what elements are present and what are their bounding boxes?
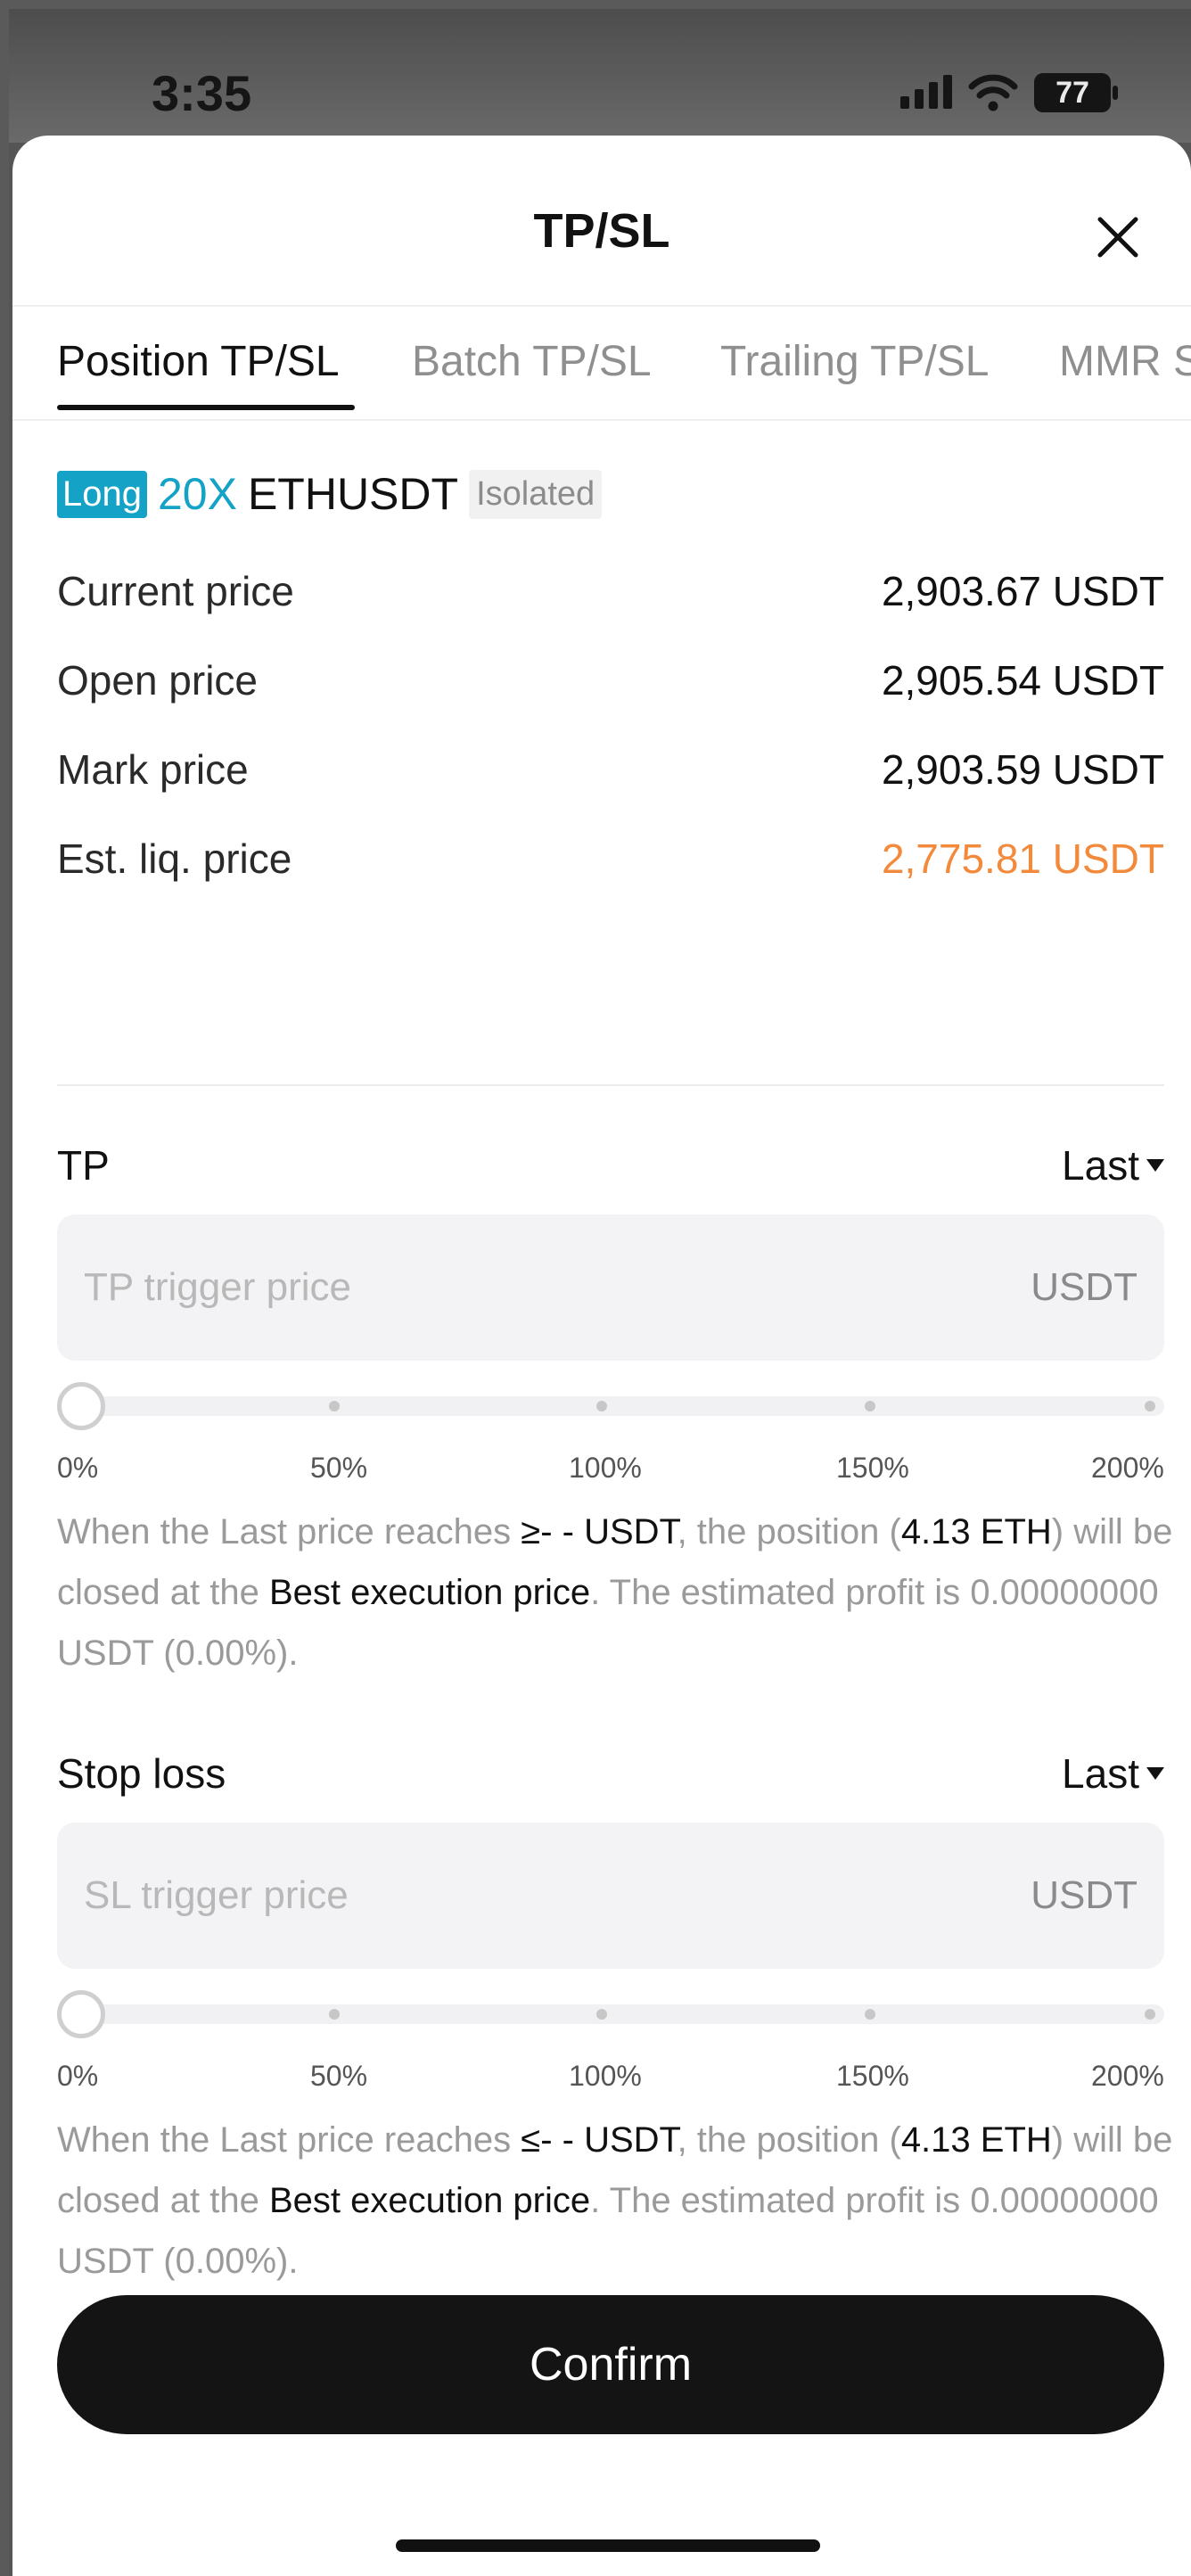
desc-trigger: ≥- - USDT — [521, 1512, 678, 1551]
divider — [57, 1084, 1164, 1086]
price-value: 2,903.67 USDT — [881, 568, 1164, 614]
desc-size: 4.13 ETH — [900, 2120, 1052, 2160]
slider-tick-label: 150% — [836, 2060, 909, 2092]
price-row-open: Open price 2,905.54 USDT — [57, 656, 1164, 704]
price-row-liq: Est. liq. price 2,775.81 USDT — [57, 835, 1164, 883]
slider-tick-label: 150% — [836, 1452, 909, 1484]
sl-unit: USDT — [1031, 1873, 1138, 1917]
side-badge: Long — [57, 470, 147, 518]
slider-tick-dot — [329, 1401, 340, 1411]
slider-tick-dot — [865, 1401, 875, 1411]
tp-label: TP — [57, 1142, 110, 1189]
sl-description: When the Last price reaches ≤- - USDT, t… — [57, 2110, 1180, 2292]
desc-text: When the Last price reaches — [57, 2120, 522, 2160]
close-icon — [1097, 217, 1138, 258]
slider-tick-dot — [329, 2009, 340, 2020]
price-label: Current price — [57, 568, 294, 614]
margin-mode-badge: Isolated — [469, 469, 603, 519]
slider-tick-label: 0% — [57, 1452, 99, 1484]
slider-tick-dot — [1145, 2009, 1155, 2020]
tp-slider-knob[interactable] — [57, 1382, 105, 1430]
tp-trigger-price-field[interactable]: USDT — [57, 1214, 1164, 1361]
status-time: 3:35 — [152, 65, 252, 121]
confirm-button[interactable]: Confirm — [57, 2295, 1164, 2434]
desc-exec-price: Best execution price — [268, 1573, 591, 1612]
wifi-icon — [968, 74, 1018, 111]
tp-trigger-price-input[interactable] — [84, 1265, 886, 1310]
tp-unit: USDT — [1031, 1265, 1138, 1309]
sheet-title: TP/SL — [533, 204, 670, 258]
slider-tick-dot — [596, 1401, 607, 1411]
tab-position-tpsl[interactable]: Position TP/SL — [57, 337, 340, 386]
slider-tick-label: 100% — [569, 2060, 642, 2092]
tp-price-type-label: Last — [1062, 1142, 1139, 1189]
desc-text: When the Last price reaches — [57, 1512, 522, 1551]
symbol: ETHUSDT — [247, 469, 459, 519]
slider-tick-dot — [596, 2009, 607, 2020]
battery-icon: 77 — [1034, 73, 1120, 112]
slider-tick-label: 100% — [569, 1452, 642, 1484]
signal-icon — [900, 75, 952, 109]
desc-exec-price: Best execution price — [268, 2181, 591, 2220]
desc-text: , the position ( — [677, 1512, 901, 1551]
slider-tick-label: 200% — [1091, 1452, 1164, 1484]
desc-trigger: ≤- - USDT — [521, 2120, 678, 2160]
sl-label: Stop loss — [57, 1750, 226, 1797]
slider-tick-label: 50% — [310, 1452, 368, 1484]
tp-description: When the Last price reaches ≥- - USDT, t… — [57, 1502, 1180, 1683]
tab-batch-tpsl[interactable]: Batch TP/SL — [412, 337, 652, 386]
position-summary: Long 20X ETHUSDT Isolated — [57, 465, 603, 523]
sl-price-type-dropdown[interactable]: Last — [1062, 1749, 1164, 1798]
caret-down-icon — [1146, 1767, 1164, 1780]
active-tab-indicator — [57, 405, 355, 410]
leverage: 20X — [157, 469, 237, 519]
tp-price-type-dropdown[interactable]: Last — [1062, 1141, 1164, 1189]
tab-bar: Position TP/SL Batch TP/SL Trailing TP/S… — [12, 309, 1191, 421]
tp-slider-track[interactable] — [57, 1396, 1164, 1416]
sl-price-type-label: Last — [1062, 1750, 1139, 1797]
price-row-mark: Mark price 2,903.59 USDT — [57, 745, 1164, 794]
home-indicator — [396, 2539, 820, 2552]
slider-tick-dot — [1145, 1401, 1155, 1411]
sl-trigger-price-input[interactable] — [84, 1873, 886, 1918]
slider-tick-dot — [865, 2009, 875, 2020]
price-value: 2,905.54 USDT — [881, 657, 1164, 704]
battery-level: 77 — [1055, 76, 1089, 110]
sl-slider-knob[interactable] — [57, 1990, 105, 2038]
slider-tick-label: 50% — [310, 2060, 368, 2092]
tpsl-sheet: TP/SL Position TP/SL Batch TP/SL Trailin… — [12, 136, 1191, 2576]
tab-mmr[interactable]: MMR S — [1059, 337, 1191, 386]
slider-tick-label: 200% — [1091, 2060, 1164, 2092]
price-value: 2,903.59 USDT — [881, 746, 1164, 793]
price-value: 2,775.81 USDT — [881, 835, 1164, 882]
price-row-current: Current price 2,903.67 USDT — [57, 567, 1164, 615]
price-label: Open price — [57, 657, 259, 704]
price-label: Mark price — [57, 746, 249, 793]
desc-size: 4.13 ETH — [900, 1512, 1052, 1551]
sl-slider-track[interactable] — [57, 2004, 1164, 2024]
desc-text: , the position ( — [677, 2120, 901, 2160]
close-button[interactable] — [1091, 210, 1145, 264]
caret-down-icon — [1146, 1159, 1164, 1172]
sl-trigger-price-field[interactable]: USDT — [57, 1823, 1164, 1969]
tab-trailing-tpsl[interactable]: Trailing TP/SL — [720, 337, 989, 386]
status-bar: 3:35 77 — [9, 9, 1191, 143]
price-label: Est. liq. price — [57, 835, 292, 882]
sheet-header: TP/SL — [12, 136, 1191, 307]
slider-tick-label: 0% — [57, 2060, 99, 2092]
